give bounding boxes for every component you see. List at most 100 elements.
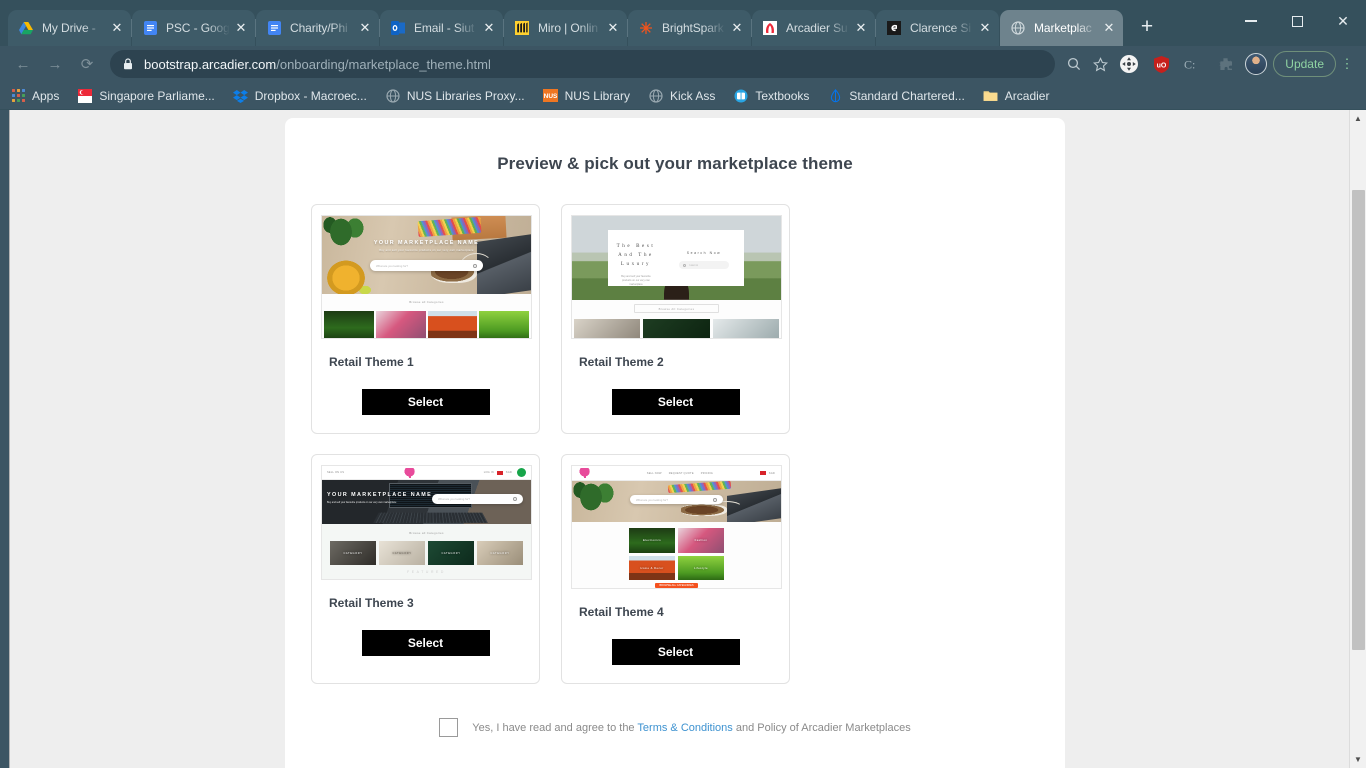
theme-name-1: Retail Theme 1 xyxy=(329,355,414,369)
apps-grid-icon xyxy=(10,88,26,104)
singapore-flag-icon xyxy=(77,88,93,104)
preview-category-tile: Electronics xyxy=(629,528,675,553)
browser-tab-7[interactable]: Clarence Si ✕ xyxy=(876,10,999,46)
preview-headline-1: YOUR MARKETPLACE NAME xyxy=(373,240,480,246)
select-theme-1-button[interactable]: Select xyxy=(361,389,490,415)
scrollbar-thumb[interactable] xyxy=(1352,190,1365,650)
select-theme-4-button[interactable]: Select xyxy=(611,639,740,665)
preview-category-tile: CATEGORY xyxy=(428,541,474,565)
browser-window: My Drive - ✕ PSC - Goog ✕ Charity/Phi ✕ xyxy=(0,0,1366,768)
avatar[interactable] xyxy=(1245,53,1268,75)
bookmark-kick-ass[interactable]: Kick Ass xyxy=(648,88,715,104)
preview-nav-sell-4: SELL NOW xyxy=(646,471,662,475)
theme-card-retail-theme-1[interactable]: YOUR MARKETPLACE NAME Buy and sell your … xyxy=(311,204,540,434)
theme-card-retail-theme-3[interactable]: SELL ON US LOG IN SGD YOUR MARKETPLACE N… xyxy=(311,454,540,684)
preview-category-tile: Lifestyle xyxy=(678,555,724,580)
select-theme-2-button[interactable]: Select xyxy=(611,389,740,415)
browser-tab-2[interactable]: Charity/Phi ✕ xyxy=(256,10,380,46)
outlook-icon xyxy=(390,20,406,36)
terms-suffix: and Policy of Arcadier Marketplaces xyxy=(732,721,911,734)
globe-icon xyxy=(648,88,664,104)
dpad-extension-icon[interactable] xyxy=(1116,51,1142,77)
preview-category-tile xyxy=(375,311,426,338)
browser-tab-3[interactable]: Email - Siut ✕ xyxy=(380,10,504,46)
preview-subline-1: Buy and sell your favourite products on … xyxy=(379,249,474,252)
bookmark-arcadier-folder[interactable]: Arcadier xyxy=(983,88,1049,104)
tab-close-icon[interactable]: ✕ xyxy=(481,20,497,36)
theme-card-retail-theme-4[interactable]: SELL NOW REQUEST QUOTE PRICING SGD What … xyxy=(561,454,790,684)
back-button[interactable]: ← xyxy=(8,49,38,79)
terms-and-conditions-link[interactable]: Terms & Conditions xyxy=(637,722,732,734)
preview-category-tile xyxy=(643,319,710,338)
bookmark-nus-libraries-proxy[interactable]: NUS Libraries Proxy... xyxy=(385,88,525,104)
scroll-down-button[interactable]: ▼ xyxy=(1350,751,1366,768)
avatar xyxy=(517,468,527,477)
maximize-button[interactable] xyxy=(1274,0,1320,42)
gdocs-icon xyxy=(266,20,282,36)
page-scrollbar[interactable]: ▲ ▼ xyxy=(1349,110,1366,768)
preview-category-tile xyxy=(324,311,374,338)
bookmark-nus-library[interactable]: NUS NUS Library xyxy=(543,88,630,104)
forward-button[interactable]: → xyxy=(40,49,70,79)
arcadier-icon xyxy=(762,20,778,36)
kebab-menu-icon[interactable]: ⋮ xyxy=(1336,56,1358,72)
browser-tab-0[interactable]: My Drive - ✕ xyxy=(8,10,132,46)
bookmark-label: Standard Chartered... xyxy=(849,88,965,103)
tab-close-icon[interactable]: ✕ xyxy=(233,20,249,36)
search-icon xyxy=(473,263,477,268)
theme-name-4: Retail Theme 4 xyxy=(579,605,664,619)
preview-browse-label-3: Browse all Categories xyxy=(409,531,444,535)
bookmark-standard-chartered[interactable]: Standard Chartered... xyxy=(827,88,965,104)
url-domain: bootstrap.arcadier.com xyxy=(144,56,277,72)
close-window-button[interactable]: ✕ xyxy=(1320,0,1366,42)
bookmark-dropbox[interactable]: Dropbox - Macroec... xyxy=(233,88,367,104)
bookmark-apps[interactable]: Apps xyxy=(10,88,59,104)
preview-category-tile: CATEGORY xyxy=(477,541,523,565)
search-icon[interactable] xyxy=(1061,57,1087,71)
ublock-origin-icon[interactable]: uO xyxy=(1148,51,1174,77)
tab-close-icon[interactable]: ✕ xyxy=(729,20,745,36)
svg-text:C:: C: xyxy=(1184,58,1195,72)
preview-featured-label-3: FEATURED xyxy=(407,570,446,574)
search-icon xyxy=(513,497,517,501)
star-icon[interactable] xyxy=(1087,56,1113,72)
extensions-bar: uO C: Update ⋮ xyxy=(1113,51,1358,77)
puzzle-extensions-icon[interactable] xyxy=(1212,51,1238,77)
browser-tab-6[interactable]: Arcadier Su ✕ xyxy=(752,10,876,46)
select-theme-3-button[interactable]: Select xyxy=(361,630,490,656)
globe-icon xyxy=(385,88,401,104)
preview-category-tile xyxy=(427,311,478,338)
update-button[interactable]: Update xyxy=(1273,51,1336,77)
scroll-up-button[interactable]: ▲ xyxy=(1350,110,1366,127)
folder-icon xyxy=(983,88,999,104)
tab-close-icon[interactable]: ✕ xyxy=(357,20,373,36)
browser-tab-4[interactable]: Miro | Onlin ✕ xyxy=(504,10,628,46)
preview-headline-2: The Best And The Luxury xyxy=(616,244,656,267)
minimize-button[interactable] xyxy=(1228,0,1274,42)
terms-prefix: Yes, I have read and agree to the xyxy=(472,721,638,734)
bookmark-textbooks[interactable]: Textbooks xyxy=(733,88,809,104)
browser-tab-8-active[interactable]: Marketplac ✕ xyxy=(1000,10,1123,46)
citation-extension-icon[interactable]: C: xyxy=(1180,51,1206,77)
address-bar[interactable]: bootstrap.arcadier.com/onboarding/market… xyxy=(110,50,1056,78)
browser-tab-1[interactable]: PSC - Goog ✕ xyxy=(132,10,256,46)
dropbox-icon xyxy=(233,88,249,104)
theme-card-grid: YOUR MARKETPLACE NAME Buy and sell your … xyxy=(285,174,1065,684)
book-icon xyxy=(733,88,749,104)
miro-icon xyxy=(514,20,530,36)
tab-close-icon[interactable]: ✕ xyxy=(109,20,125,36)
gdrive-icon xyxy=(18,20,34,36)
preview-search-bar-3: What are you looking for? xyxy=(432,494,523,504)
new-tab-button[interactable]: + xyxy=(1132,13,1162,43)
browser-tab-5[interactable]: BrightSpark ✕ xyxy=(628,10,752,46)
tab-close-icon[interactable]: ✕ xyxy=(977,20,993,36)
theme-card-retail-theme-2[interactable]: The Best And The Luxury Buy and sell you… xyxy=(561,204,790,434)
preview-nav-pricing-4: PRICING xyxy=(700,471,713,475)
tab-close-icon[interactable]: ✕ xyxy=(605,20,621,36)
reload-button[interactable]: ⟳ xyxy=(72,49,102,79)
tab-close-icon[interactable]: ✕ xyxy=(853,20,869,36)
bookmark-singapore-parliament[interactable]: Singapore Parliame... xyxy=(77,88,215,104)
tab-close-icon[interactable]: ✕ xyxy=(1101,20,1117,36)
terms-checkbox[interactable] xyxy=(439,718,459,737)
theme-preview-thumbnail-4: SELL NOW REQUEST QUOTE PRICING SGD What … xyxy=(571,465,782,589)
